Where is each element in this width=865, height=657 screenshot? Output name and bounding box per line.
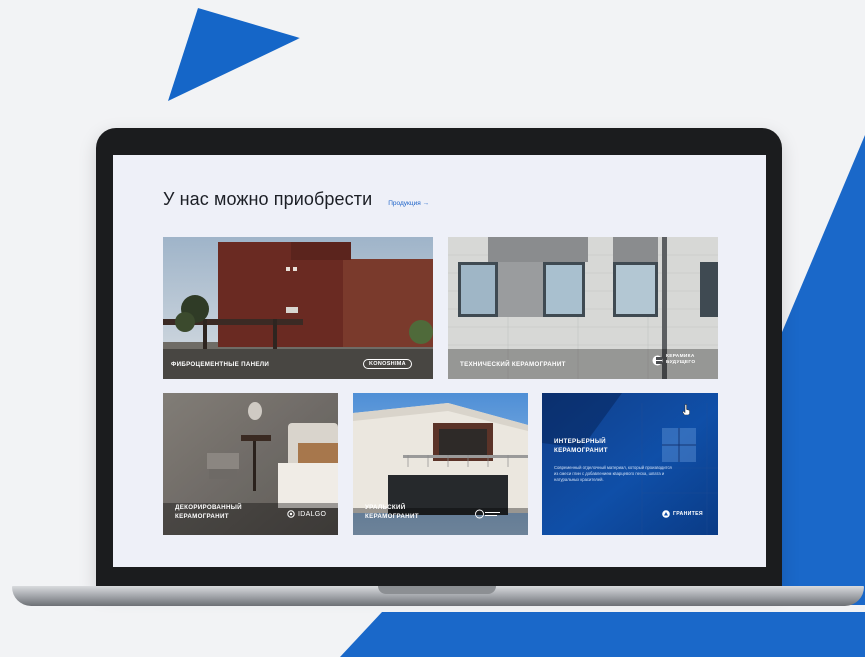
decorative-blue-shape-bottom	[340, 612, 865, 657]
card-title: УРАЛЬСКИЙ КЕРАМОГРАНИТ	[365, 504, 419, 520]
laptop-notch	[378, 586, 496, 594]
idalgo-logo-icon	[287, 510, 295, 518]
keramika-logo-icon	[652, 355, 663, 365]
uralsky-granit-logo	[475, 509, 501, 519]
card-title: ДЕКОРИРОВАННЫЙ КЕРАМОГРАНИТ	[175, 504, 242, 520]
decorative-blue-triangle	[168, 8, 300, 101]
product-card-fiber-cement[interactable]: ФИБРОЦЕМЕНТНЫЕ ПАНЕЛИ KONOSHIMA	[163, 237, 433, 379]
card-title: ИНТЕРЬЕРНЫЙ КЕРАМОГРАНИТ	[554, 438, 608, 454]
product-card-technical-porcelain[interactable]: ТЕХНИЧЕСКИЙ КЕРАМОГРАНИТ КЕРАМИКА БУДУЩЕ…	[448, 237, 718, 379]
keramika-budushchego-logo: КЕРАМИКА БУДУЩЕГО	[652, 354, 695, 366]
card-description: Современный отделочный материал, который…	[554, 465, 672, 482]
card-title: ТЕХНИЧЕСКИЙ КЕРАМОГРАНИТ	[460, 361, 566, 368]
laptop-screen: У нас можно приобрести Продукция → ФИБРО…	[113, 155, 766, 567]
section-header: У нас можно приобрести Продукция →	[163, 189, 429, 210]
card-photo-house	[163, 237, 433, 379]
page-title: У нас можно приобрести	[163, 189, 373, 209]
product-card-ural-porcelain[interactable]: УРАЛЬСКИЙ КЕРАМОГРАНИТ	[353, 393, 528, 535]
konoshima-logo: KONOSHIMA	[363, 359, 412, 369]
product-card-interior-porcelain[interactable]: ИНТЕРЬЕРНЫЙ КЕРАМОГРАНИТ Современный отд…	[542, 393, 718, 535]
product-card-decorated-porcelain[interactable]: ДЕКОРИРОВАННЫЙ КЕРАМОГРАНИТ IDALGO	[163, 393, 338, 535]
idalgo-logo: IDALGO	[287, 510, 326, 518]
graniteya-logo: ГРАНИТЕЯ	[662, 510, 703, 518]
card-title: ФИБРОЦЕМЕНТНЫЕ ПАНЕЛИ	[171, 361, 270, 368]
hand-cursor-icon	[682, 404, 690, 415]
graniteya-logo-icon	[662, 510, 670, 518]
uralsky-logo-icon	[475, 509, 500, 519]
products-link[interactable]: Продукция →	[388, 200, 429, 207]
decorative-blue-shape-right	[770, 135, 865, 605]
